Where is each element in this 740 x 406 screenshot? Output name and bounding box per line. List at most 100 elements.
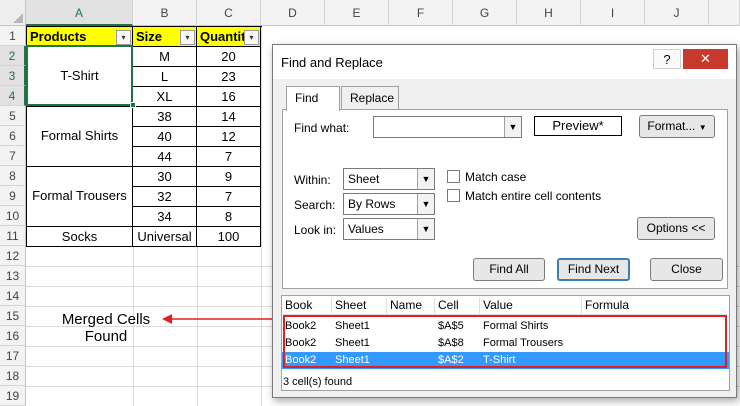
chevron-down-icon[interactable]: ▼	[504, 117, 521, 137]
row-header-5[interactable]: 5	[0, 106, 26, 126]
annotation-line-2: Found	[84, 328, 128, 345]
column-header-a[interactable]: A	[26, 0, 133, 26]
row-header-6[interactable]: 6	[0, 126, 26, 146]
quantity-cell[interactable]: 8	[197, 207, 261, 227]
row-header-13[interactable]: 13	[0, 266, 26, 286]
row-header-11[interactable]: 11	[0, 226, 26, 246]
search-select[interactable]: By Rows ▼	[343, 193, 435, 215]
quantity-cell[interactable]: 20	[197, 47, 261, 67]
chevron-down-icon[interactable]: ▼	[417, 219, 434, 239]
format-button[interactable]: Format... ▼	[639, 115, 715, 138]
header-label: Products	[30, 29, 87, 44]
options-button[interactable]: Options <<	[637, 217, 715, 240]
chevron-down-icon[interactable]: ▼	[417, 169, 434, 189]
column-header-c[interactable]: C	[197, 0, 261, 26]
find-replace-dialog: Find and Replace ? ✕ Find Replace Find w…	[272, 44, 737, 398]
column-header-cell[interactable]: Cell	[435, 298, 480, 314]
row-header-19[interactable]: 19	[0, 386, 26, 406]
column-header-name[interactable]: Name	[387, 298, 435, 314]
quantity-cell[interactable]: 7	[197, 187, 261, 207]
result-book: Book2	[285, 337, 317, 349]
filter-dropdown-icon[interactable]: ▾	[180, 30, 195, 45]
match-case-checkbox[interactable]	[447, 170, 460, 183]
within-select[interactable]: Sheet ▼	[343, 168, 435, 190]
result-row[interactable]: Book2 Sheet1 $A$5 Formal Shirts	[282, 318, 729, 335]
filter-dropdown-icon[interactable]: ▾	[116, 30, 131, 45]
column-header-j[interactable]: J	[645, 0, 709, 26]
chevron-down-icon: ▼	[698, 123, 707, 132]
quantity-cell[interactable]: 100	[197, 227, 261, 247]
filter-dropdown-icon[interactable]: ▾	[244, 30, 259, 45]
column-header-k[interactable]	[709, 0, 740, 26]
result-row-selected[interactable]: Book2 Sheet1 $A$2 T-Shirt	[282, 352, 729, 369]
result-value: Formal Trousers	[483, 337, 564, 349]
annotation-arrow-icon	[162, 314, 283, 324]
row-header-7[interactable]: 7	[0, 146, 26, 166]
column-header-g[interactable]: G	[453, 0, 517, 26]
row-header-1[interactable]: 1	[0, 26, 26, 46]
column-header-d[interactable]: D	[261, 0, 325, 26]
column-header-sheet[interactable]: Sheet	[332, 298, 387, 314]
row-header-10[interactable]: 10	[0, 206, 26, 226]
results-header: Book Sheet Name Cell Value Formula	[282, 296, 729, 315]
row-header-3[interactable]: 3	[0, 66, 26, 86]
row-header-17[interactable]: 17	[0, 346, 26, 366]
row-header-9[interactable]: 9	[0, 186, 26, 206]
column-header-i[interactable]: I	[581, 0, 645, 26]
select-all-corner[interactable]	[0, 0, 26, 26]
dialog-titlebar[interactable]: Find and Replace ? ✕	[273, 45, 736, 79]
size-cell[interactable]: M	[133, 47, 197, 67]
merged-cell-a8[interactable]: Formal Trousers	[27, 167, 133, 227]
find-what-input[interactable]: ▼	[373, 116, 522, 138]
result-value: T-Shirt	[483, 354, 516, 366]
search-value: By Rows	[348, 197, 396, 211]
row-header-8[interactable]: 8	[0, 166, 26, 186]
column-header-e[interactable]: E	[325, 0, 389, 26]
result-cell: $A$8	[438, 337, 464, 349]
row-header-15[interactable]: 15	[0, 306, 26, 326]
row-header-12[interactable]: 12	[0, 246, 26, 266]
row-header-2[interactable]: 2	[0, 46, 26, 66]
fill-handle[interactable]	[130, 102, 136, 108]
row-header-18[interactable]: 18	[0, 366, 26, 386]
size-cell[interactable]: Universal	[133, 227, 197, 247]
close-button[interactable]: Close	[650, 258, 723, 281]
match-entire-checkbox[interactable]	[447, 189, 460, 202]
quantity-cell[interactable]: 7	[197, 147, 261, 167]
quantity-cell[interactable]: 12	[197, 127, 261, 147]
look-in-select[interactable]: Values ▼	[343, 218, 435, 240]
help-button[interactable]: ?	[653, 49, 681, 69]
chevron-down-icon[interactable]: ▼	[417, 194, 434, 214]
row-header-16[interactable]: 16	[0, 326, 26, 346]
quantity-cell[interactable]: 9	[197, 167, 261, 187]
quantity-cell[interactable]: 23	[197, 67, 261, 87]
tab-find[interactable]: Find	[286, 86, 340, 111]
size-cell[interactable]: L	[133, 67, 197, 87]
size-cell[interactable]: 34	[133, 207, 197, 227]
column-header-h[interactable]: H	[517, 0, 581, 26]
column-header-book[interactable]: Book	[282, 298, 332, 314]
close-icon[interactable]: ✕	[683, 49, 728, 69]
quantity-cell[interactable]: 16	[197, 87, 261, 107]
row-header-4[interactable]: 4	[0, 86, 26, 106]
column-header-value[interactable]: Value	[480, 298, 582, 314]
column-header-b[interactable]: B	[133, 0, 197, 26]
quantity-cell[interactable]: 14	[197, 107, 261, 127]
size-cell[interactable]: 38	[133, 107, 197, 127]
cell-a11[interactable]: Socks	[27, 227, 133, 247]
match-entire-label: Match entire cell contents	[465, 189, 602, 203]
size-cell[interactable]: 40	[133, 127, 197, 147]
tab-replace[interactable]: Replace	[341, 86, 399, 110]
size-cell[interactable]: 30	[133, 167, 197, 187]
column-header-formula[interactable]: Formula	[582, 298, 702, 314]
find-next-button[interactable]: Find Next	[557, 258, 630, 281]
size-cell[interactable]: 44	[133, 147, 197, 167]
merged-cell-a5[interactable]: Formal Shirts	[27, 107, 133, 167]
merged-cell-a2[interactable]: T-Shirt	[27, 47, 133, 107]
size-cell[interactable]: 32	[133, 187, 197, 207]
row-header-14[interactable]: 14	[0, 286, 26, 306]
result-row[interactable]: Book2 Sheet1 $A$8 Formal Trousers	[282, 335, 729, 352]
find-all-button[interactable]: Find All	[473, 258, 545, 281]
column-header-f[interactable]: F	[389, 0, 453, 26]
size-cell[interactable]: XL	[133, 87, 197, 107]
